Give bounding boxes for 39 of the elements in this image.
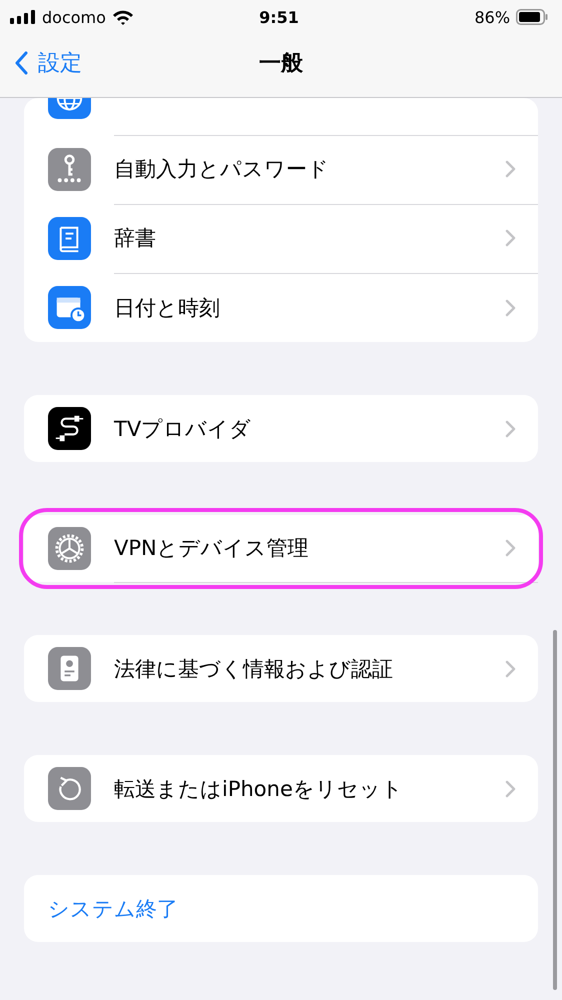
gear-icon — [48, 527, 91, 570]
chevron-icon — [505, 229, 516, 247]
chevron-icon — [505, 660, 516, 678]
settings-row[interactable]: システム終了 — [24, 875, 538, 942]
settings-row[interactable]: 法律に基づく情報および認証 — [24, 635, 538, 702]
page-title: 一般 — [259, 51, 303, 76]
calendar-clock-icon — [48, 286, 91, 329]
cable-icon — [48, 407, 91, 450]
clock-time: 9:51 — [259, 8, 299, 26]
row-label: システム終了 — [48, 896, 179, 922]
row-label: 法律に基づく情報および認証 — [114, 656, 394, 682]
reset-icon — [48, 767, 91, 810]
carrier-name: docomo — [42, 8, 106, 26]
chevron-icon — [505, 160, 516, 178]
document-icon — [48, 647, 91, 690]
signal-icon — [10, 10, 36, 24]
chevron-icon — [505, 539, 516, 557]
battery-icon — [516, 9, 548, 25]
row-label: TVプロバイダ — [114, 416, 252, 442]
settings-row[interactable]: 転送またはiPhoneをリセット — [24, 755, 538, 822]
chevron-icon — [14, 51, 28, 75]
row-label: 自動入力とパスワード — [114, 156, 330, 183]
row-label: VPNとデバイス管理 — [114, 535, 310, 562]
settings-row[interactable]: 辞書 — [24, 204, 538, 273]
settings-row[interactable]: 日付と時刻 — [24, 273, 538, 342]
row-label: 転送またはiPhoneをリセット — [114, 776, 404, 802]
chevron-icon — [505, 420, 516, 438]
chevron-icon — [505, 298, 516, 316]
chevron-icon — [505, 780, 516, 798]
book-icon — [48, 217, 91, 260]
row-label: 辞書 — [114, 225, 157, 252]
key-icon — [48, 148, 91, 191]
settings-row[interactable]: TVプロバイダ — [24, 395, 538, 462]
wifi-icon — [112, 9, 134, 25]
settings-row[interactable]: VPNとデバイス管理 — [24, 515, 538, 582]
battery-percentage: 86% — [474, 8, 510, 26]
back-button[interactable]: 設定 — [0, 47, 88, 79]
row-label: 日付と時刻 — [114, 294, 221, 322]
settings-row[interactable]: 自動入力とパスワード — [24, 135, 538, 204]
